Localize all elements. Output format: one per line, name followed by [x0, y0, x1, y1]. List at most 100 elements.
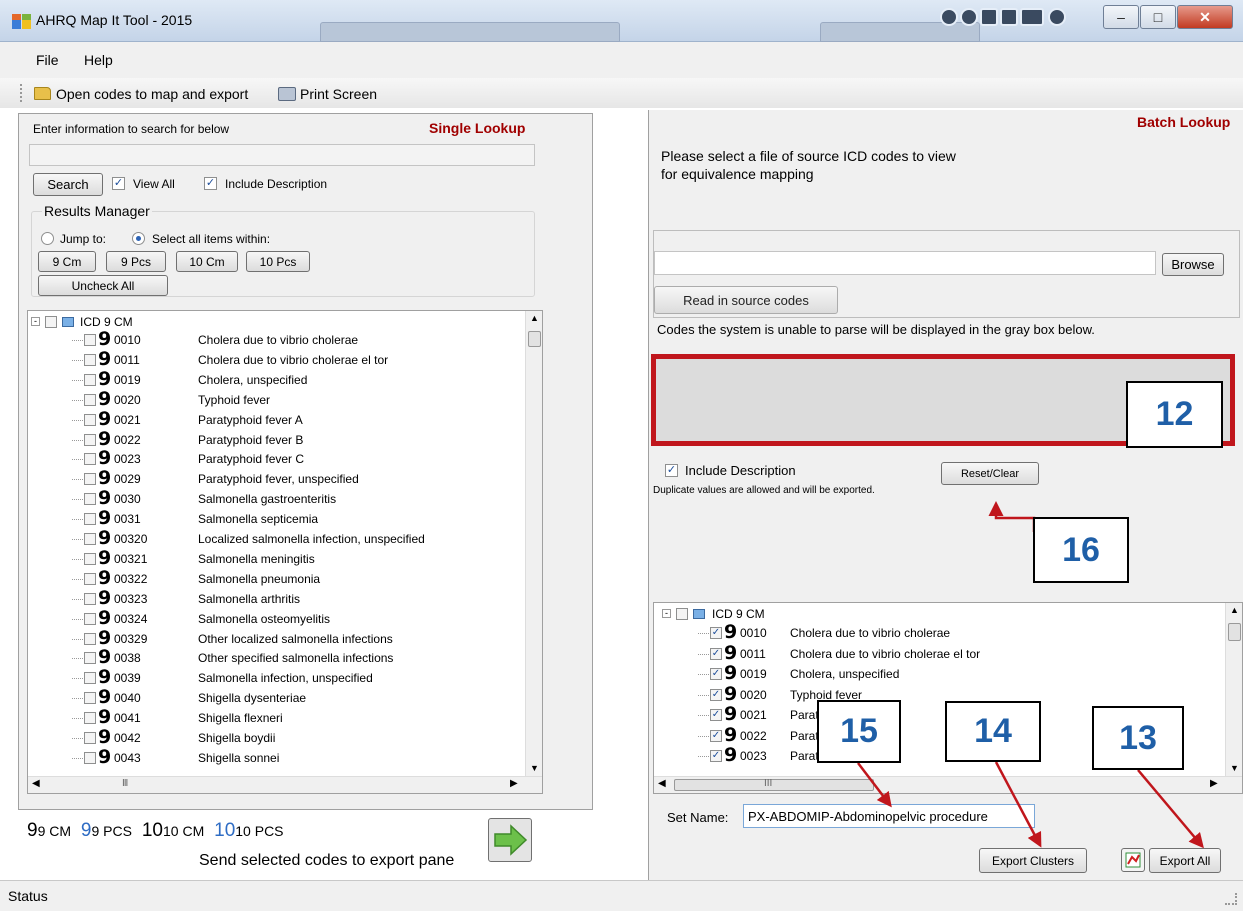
tree-vertical-scrollbar[interactable]: ▲ ▼: [525, 311, 542, 777]
row-checkbox[interactable]: [84, 393, 96, 406]
scroll-down-arrow[interactable]: ▼: [1230, 763, 1239, 773]
tree-row[interactable]: ✓ 9 0019 Cholera, unspecified: [654, 662, 1214, 685]
tree-row[interactable]: ✓ 9 0011 Cholera due to vibrio cholerae el …: [654, 642, 1214, 665]
set-name-input[interactable]: [743, 804, 1035, 828]
row-checkbox[interactable]: [84, 652, 96, 665]
tree-connector: [698, 756, 709, 757]
row-checkbox[interactable]: [84, 552, 96, 565]
row-checkbox[interactable]: [84, 353, 96, 366]
row-checkbox[interactable]: ✓: [710, 627, 722, 639]
select-within-radio[interactable]: [132, 232, 145, 245]
row-checkbox[interactable]: [84, 632, 96, 645]
tray-icon[interactable]: [1020, 8, 1044, 26]
row-checkbox[interactable]: [84, 433, 96, 446]
filter-10pcs-button[interactable]: 10 Pcs: [246, 251, 310, 272]
batch-include-description-checkbox[interactable]: ✓: [665, 464, 678, 477]
uncheck-all-button[interactable]: Uncheck All: [38, 275, 168, 296]
scroll-right-arrow[interactable]: ▶: [1210, 778, 1218, 789]
export-clusters-button[interactable]: Export Clusters: [979, 848, 1087, 873]
row-checkbox[interactable]: [84, 732, 96, 744]
tree-root-checkbox[interactable]: [45, 316, 57, 328]
scroll-up-arrow[interactable]: ▲: [1230, 605, 1239, 615]
tray-icon[interactable]: [980, 8, 998, 26]
row-checkbox[interactable]: [84, 572, 96, 585]
tree-horizontal-scrollbar[interactable]: ◀ III ▶: [28, 776, 542, 793]
row-checkbox[interactable]: [84, 751, 96, 764]
row-checkbox[interactable]: [84, 493, 96, 506]
row-checkbox[interactable]: [84, 672, 96, 685]
tree-row[interactable]: 9 0043 Shigella sonnei: [28, 746, 528, 769]
view-all-checkbox[interactable]: ✓: [112, 177, 125, 190]
taskbar-tab[interactable]: [820, 22, 980, 42]
menu-help[interactable]: Help: [84, 52, 113, 68]
minimize-button[interactable]: –: [1103, 5, 1139, 29]
close-button[interactable]: ✕: [1177, 5, 1233, 29]
tree-row[interactable]: ✓ 9 0010 Cholera due to vibrio cholerae: [654, 621, 1214, 644]
filter-9cm-button[interactable]: 9 Cm: [38, 251, 96, 272]
icd9-type-icon: 9: [98, 686, 112, 709]
row-checkbox[interactable]: ✓: [710, 729, 722, 742]
row-checkbox[interactable]: [84, 692, 96, 705]
export-all-button[interactable]: Export All: [1149, 848, 1221, 873]
tray-icon[interactable]: [940, 8, 958, 26]
row-checkbox[interactable]: [84, 533, 96, 545]
tree-row[interactable]: ✓ 9 0020 Typhoid fever: [654, 683, 1214, 706]
scroll-left-arrow[interactable]: ◀: [32, 778, 40, 789]
scroll-up-arrow[interactable]: ▲: [530, 313, 539, 323]
row-checkbox[interactable]: ✓: [710, 750, 722, 762]
row-checkbox[interactable]: [84, 513, 96, 526]
export-chart-icon[interactable]: [1121, 848, 1145, 872]
browse-button[interactable]: Browse: [1162, 253, 1224, 276]
search-input[interactable]: [29, 144, 535, 166]
single-code-tree[interactable]: - ICD 9 CM 9 0010 Cholera due to vibrio ch…: [27, 310, 543, 794]
row-checkbox[interactable]: ✓: [710, 688, 722, 701]
row-checkbox[interactable]: [84, 473, 96, 486]
menu-file[interactable]: File: [36, 52, 59, 68]
read-source-codes-button[interactable]: Read in source codes: [654, 286, 838, 314]
include-description-checkbox[interactable]: ✓: [204, 177, 217, 190]
row-checkbox[interactable]: [84, 592, 96, 605]
filter-9pcs-button[interactable]: 9 Pcs: [106, 251, 166, 272]
source-file-input[interactable]: [654, 251, 1156, 275]
tray-icon[interactable]: [960, 8, 978, 26]
tray-icon[interactable]: [1048, 8, 1066, 26]
tree-root[interactable]: - ICD 9 CM: [654, 605, 1214, 625]
scroll-thumb[interactable]: [1228, 623, 1241, 641]
row-description: Cholera due to vibrio cholerae: [790, 626, 951, 640]
hscroll-thumb[interactable]: [674, 779, 874, 791]
jump-to-radio[interactable]: [41, 232, 54, 245]
scroll-thumb[interactable]: [528, 331, 541, 347]
search-button[interactable]: Search: [33, 173, 103, 196]
tray-icon[interactable]: [1000, 8, 1018, 26]
legend-9pcs: 9 PCS: [91, 823, 132, 839]
resize-grip-icon[interactable]: [1225, 893, 1237, 905]
hscroll-grip[interactable]: III: [122, 778, 128, 789]
scroll-down-arrow[interactable]: ▼: [530, 763, 539, 773]
row-checkbox[interactable]: [84, 373, 96, 386]
row-checkbox[interactable]: [84, 612, 96, 625]
filter-10cm-button[interactable]: 10 Cm: [176, 251, 238, 272]
row-checkbox[interactable]: ✓: [710, 647, 722, 660]
menu-bar: File Help: [0, 42, 1243, 78]
scroll-right-arrow[interactable]: ▶: [510, 778, 518, 789]
collapse-icon[interactable]: -: [662, 609, 671, 618]
row-checkbox[interactable]: [84, 334, 96, 346]
reset-clear-button[interactable]: Reset/Clear: [941, 462, 1039, 485]
icd9-type-icon: 9: [98, 467, 112, 490]
open-codes-button[interactable]: Open codes to map and export: [56, 86, 248, 102]
print-screen-button[interactable]: Print Screen: [300, 86, 377, 102]
send-to-export-button[interactable]: [488, 818, 532, 862]
row-checkbox[interactable]: [84, 413, 96, 426]
batch-horizontal-scrollbar[interactable]: ◀ III ▶: [654, 776, 1242, 793]
collapse-icon[interactable]: -: [31, 317, 40, 326]
row-checkbox[interactable]: ✓: [710, 668, 722, 680]
row-checkbox[interactable]: [84, 712, 96, 725]
scroll-left-arrow[interactable]: ◀: [658, 778, 666, 789]
maximize-button[interactable]: □: [1140, 5, 1176, 29]
taskbar-tab[interactable]: [320, 22, 620, 42]
row-checkbox[interactable]: [84, 453, 96, 466]
hscroll-grip[interactable]: III: [764, 778, 772, 789]
row-checkbox[interactable]: ✓: [710, 709, 722, 721]
tree-root-checkbox[interactable]: [676, 608, 688, 620]
batch-vertical-scrollbar[interactable]: ▲ ▼: [1225, 603, 1242, 777]
